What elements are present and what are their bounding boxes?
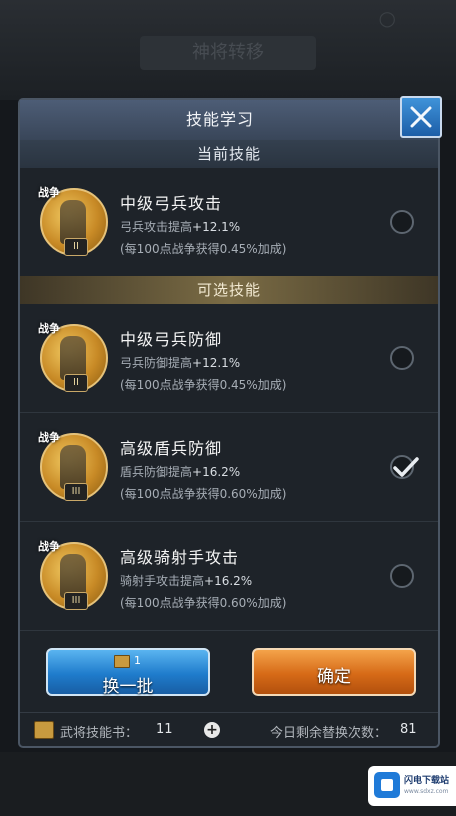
plus-icon[interactable]: + (204, 722, 220, 738)
rank-badge: III (64, 483, 88, 501)
refresh-label: 换一批 (102, 677, 154, 697)
skill-effect-label: 盾兵防御提高 (120, 465, 193, 479)
watermark-url: www.sdxz.com (404, 788, 449, 795)
skill-option[interactable]: 战争 II 中级弓兵防御 弓兵防御提高+12.1% (每100点战争获得0.45… (20, 304, 438, 413)
book-icon (34, 721, 54, 739)
skill-portrait: 战争 II (38, 186, 108, 256)
skill-portrait: 战争 III (38, 540, 108, 610)
rank-badge: II (64, 374, 88, 392)
rank-badge: II (64, 238, 88, 256)
skill-effect-label: 骑射手攻击提高 (120, 574, 205, 588)
skill-radio[interactable] (390, 564, 414, 588)
refresh-button[interactable]: 1 换一批 (46, 648, 210, 697)
skill-books-count: 11 (156, 722, 173, 737)
background-header: 神将转移 ○ (0, 0, 456, 100)
skill-portrait: 战争 III (38, 431, 108, 501)
skill-radio[interactable] (390, 346, 414, 370)
skill-bonus: (每100点战争获得0.60%加成) (120, 487, 287, 501)
watermark-title: 闪电下载站 (404, 776, 450, 786)
skill-option[interactable]: 战争 III 高级盾兵防御 盾兵防御提高+16.2% (每100点战争获得0.6… (20, 413, 438, 522)
close-button[interactable] (400, 96, 442, 138)
skill-effect-value: +16.2% (204, 574, 253, 588)
skill-books-label: 武将技能书： (60, 726, 139, 741)
skill-effect-value: +12.1% (192, 220, 241, 234)
close-icon (410, 106, 432, 128)
war-badge: 战争 (38, 540, 60, 553)
remaining-swaps-label: 今日剩余替换次数： (270, 726, 388, 741)
war-badge: 战争 (38, 186, 60, 199)
background-dot-icon: ○ (378, 6, 396, 30)
skill-option[interactable]: 战争 III 高级骑射手攻击 骑射手攻击提高+16.2% (每100点战争获得0… (20, 522, 438, 631)
current-skill-radio[interactable] (390, 210, 414, 234)
war-badge: 战争 (38, 322, 60, 335)
skill-effect-value: +12.1% (192, 356, 241, 370)
skill-effect-label: 弓兵攻击提高 (120, 220, 193, 234)
current-skill-header: 当前技能 (20, 140, 438, 168)
skill-name: 高级骑射手攻击 (120, 548, 240, 567)
book-icon (114, 654, 130, 668)
rank-badge: III (64, 592, 88, 610)
refresh-cost: 1 (114, 654, 141, 668)
current-skill-row: 战争 II 中级弓兵攻击 弓兵攻击提高+12.1% (每100点战争获得0.45… (20, 168, 438, 277)
dialog-footer: 武将技能书： 11 + 今日剩余替换次数： 81 (20, 712, 438, 747)
dialog-title: 技能学习 (185, 110, 254, 129)
skill-bonus: (每100点战争获得0.45%加成) (120, 378, 287, 392)
background-title: 神将转移 (140, 36, 316, 70)
optional-skills-header: 可选技能 (20, 276, 438, 304)
skill-bonus: (每100点战争获得0.45%加成) (120, 242, 287, 256)
dialog-titlebar: 技能学习 (20, 100, 438, 141)
skill-name: 中级弓兵攻击 (120, 194, 223, 213)
skill-effect: 盾兵防御提高+16.2% (120, 463, 240, 480)
skill-effect: 弓兵防御提高+12.1% (120, 354, 240, 371)
skill-name: 高级盾兵防御 (120, 439, 223, 458)
check-icon (393, 457, 419, 477)
refresh-cost-value: 1 (134, 654, 141, 667)
skill-name: 中级弓兵防御 (120, 330, 223, 349)
confirm-label: 确定 (317, 667, 351, 687)
remaining-swaps-count: 81 (400, 722, 417, 737)
skill-bonus: (每100点战争获得0.60%加成) (120, 596, 287, 610)
site-logo-icon (374, 772, 400, 798)
skill-effect-label: 弓兵防御提高 (120, 356, 193, 370)
war-badge: 战争 (38, 431, 60, 444)
skill-effect-value: +16.2% (192, 465, 241, 479)
skill-effect: 弓兵攻击提高+12.1% (120, 218, 240, 235)
skill-learning-dialog: 技能学习 当前技能 战争 II 中级弓兵攻击 弓兵攻击提高+12.1% (每10… (18, 96, 442, 748)
skill-radio-selected[interactable] (390, 455, 419, 479)
confirm-button[interactable]: 确定 (252, 648, 416, 696)
skill-portrait: 战争 II (38, 322, 108, 392)
site-watermark: 闪电下载站 www.sdxz.com (368, 766, 456, 806)
skill-effect: 骑射手攻击提高+16.2% (120, 572, 252, 589)
